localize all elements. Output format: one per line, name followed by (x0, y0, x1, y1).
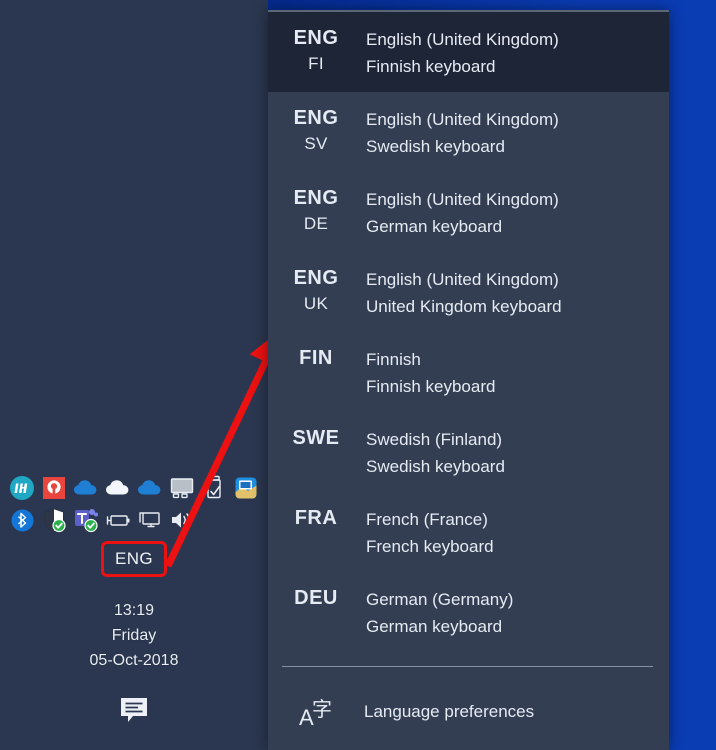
keyboard-layout-name: Finnish keyboard (366, 377, 496, 396)
system-tray-row-2 (6, 504, 262, 536)
safely-remove-hardware-icon[interactable] (198, 472, 230, 504)
language-name: English (United Kingdom) (366, 30, 559, 49)
language-item[interactable]: FRA French (France) French keyboard (268, 492, 669, 572)
network-icon[interactable] (134, 504, 166, 536)
language-item[interactable]: SWE Swedish (Finland) Swedish keyboard (268, 412, 669, 492)
language-abbr: FIN (299, 347, 333, 369)
language-description: German (Germany) German keyboard (364, 586, 513, 640)
language-item[interactable]: ENG SV English (United Kingdom) Swedish key… (268, 92, 669, 172)
language-item[interactable]: ENG FI English (United Kingdom) Finnish key… (268, 12, 669, 92)
battery-icon[interactable] (102, 504, 134, 536)
volume-icon[interactable] (166, 504, 198, 536)
language-sub-code: FI (308, 54, 324, 73)
language-preferences-item[interactable]: A 字 Language preferences (268, 679, 669, 745)
language-item[interactable]: ENG DE English (United Kingdom) German keyb… (268, 172, 669, 252)
keyboard-layout-name: Swedish keyboard (366, 137, 505, 156)
taskbar-clock[interactable]: 13:19 Friday 05-Oct-2018 (0, 598, 268, 673)
onedrive-business-icon[interactable] (70, 472, 102, 504)
language-item[interactable]: ENG UK English (United Kingdom) United King… (268, 252, 669, 332)
onedrive-second-icon[interactable] (134, 472, 166, 504)
language-switcher-flyout: ENG FI English (United Kingdom) Finnish key… (268, 10, 669, 750)
language-description: English (United Kingdom) Finnish keyboard (364, 26, 559, 80)
language-abbr: ENG (293, 187, 339, 209)
language-code: FRA (268, 506, 364, 531)
language-name: French (France) (366, 510, 488, 529)
language-list: ENG FI English (United Kingdom) Finnish key… (268, 12, 669, 652)
language-name: English (United Kingdom) (366, 270, 559, 289)
language-name: English (United Kingdom) (366, 190, 559, 209)
language-description: Finnish Finnish keyboard (364, 346, 495, 400)
flyout-divider (282, 666, 653, 667)
language-code: FIN (268, 346, 364, 371)
language-description: English (United Kingdom) Swedish keyboard (364, 106, 559, 160)
keyboard-layout-name: Swedish keyboard (366, 457, 505, 476)
microsoft-teams-icon[interactable] (70, 504, 102, 536)
language-name: Swedish (Finland) (366, 430, 503, 449)
language-abbr: DEU (294, 587, 338, 609)
language-abbr: FRA (294, 507, 338, 529)
keyboard-layout-name: Finnish keyboard (366, 57, 496, 76)
display-monitor-icon[interactable] (166, 472, 198, 504)
language-name: English (United Kingdom) (366, 110, 559, 129)
language-indicator-button[interactable]: ENG (101, 541, 167, 577)
language-indicator-label: ENG (114, 549, 154, 568)
keyboard-layout-name: German keyboard (366, 217, 503, 236)
language-name: Finnish (366, 350, 421, 369)
language-description: English (United Kingdom) United Kingdom k… (364, 266, 562, 320)
language-abbr: ENG (293, 107, 339, 129)
language-item[interactable]: DEU German (Germany) German keyboard (268, 572, 669, 652)
hp-icon[interactable] (6, 472, 38, 504)
clock-date: 05-Oct-2018 (89, 652, 179, 669)
language-code: DEU (268, 586, 364, 611)
system-tray (6, 472, 262, 536)
keyboard-layout-name: German keyboard (366, 617, 503, 636)
language-code: ENG SV (268, 106, 364, 156)
bluetooth-icon[interactable] (6, 504, 38, 536)
speech-bubble-icon (121, 698, 147, 722)
printer-assistant-icon[interactable] (38, 472, 70, 504)
language-abbr: SWE (292, 427, 340, 449)
language-item[interactable]: FIN Finnish Finnish keyboard (268, 332, 669, 412)
language-code: ENG UK (268, 266, 364, 316)
language-a-zi-icon: A 字 (268, 694, 364, 730)
language-abbr: ENG (293, 267, 339, 289)
language-description: English (United Kingdom) German keyboard (364, 186, 559, 240)
clock-weekday: Friday (111, 627, 157, 644)
language-code: ENG FI (268, 26, 364, 76)
keyboard-layout-name: French keyboard (366, 537, 494, 556)
language-sub-code: DE (303, 214, 329, 233)
svg-text:字: 字 (312, 697, 332, 721)
language-code: ENG DE (268, 186, 364, 236)
language-preferences-label: Language preferences (364, 702, 535, 721)
windows-defender-icon[interactable] (38, 504, 70, 536)
clock-time: 13:19 (113, 602, 155, 619)
keyboard-layout-name: United Kingdom keyboard (366, 297, 562, 316)
remote-desktop-icon[interactable] (230, 472, 262, 504)
language-sub-code: UK (303, 294, 329, 313)
language-abbr: ENG (293, 27, 339, 49)
language-description: French (France) French keyboard (364, 506, 494, 560)
onedrive-personal-icon[interactable] (102, 472, 134, 504)
language-name: German (Germany) (366, 590, 514, 609)
language-sub-code: SV (304, 134, 328, 153)
language-code: SWE (268, 426, 364, 451)
system-tray-row-1 (6, 472, 262, 504)
language-description: Swedish (Finland) Swedish keyboard (364, 426, 505, 480)
action-center-button[interactable] (118, 695, 150, 725)
